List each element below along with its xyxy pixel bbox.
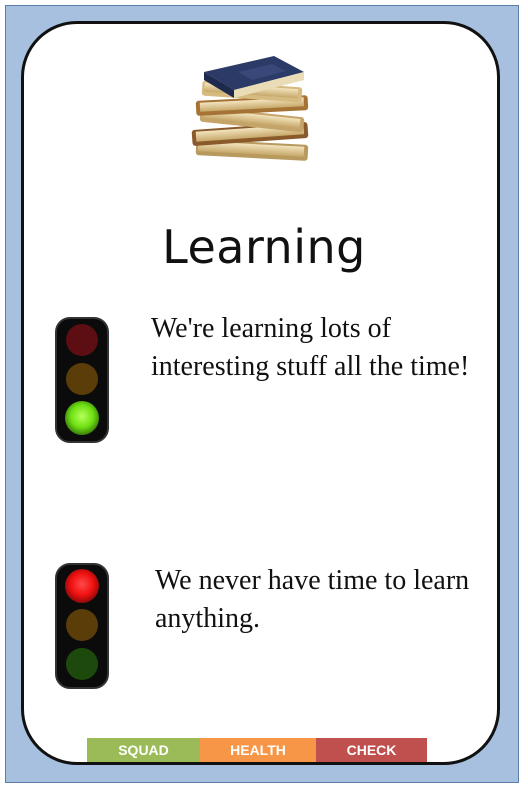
traffic-light-red-icon xyxy=(55,563,109,689)
footer-squad-label: SQUAD xyxy=(87,738,200,762)
books-icon xyxy=(191,56,309,161)
footer-check-label: CHECK xyxy=(316,738,427,762)
traffic-light-green-icon xyxy=(55,317,109,443)
bad-description: We never have time to learn anything. xyxy=(155,565,470,634)
good-description: We're learning lots of interesting stuff… xyxy=(151,313,470,382)
footer-health-label: HEALTH xyxy=(200,738,316,762)
card-title: Learning xyxy=(162,220,366,274)
